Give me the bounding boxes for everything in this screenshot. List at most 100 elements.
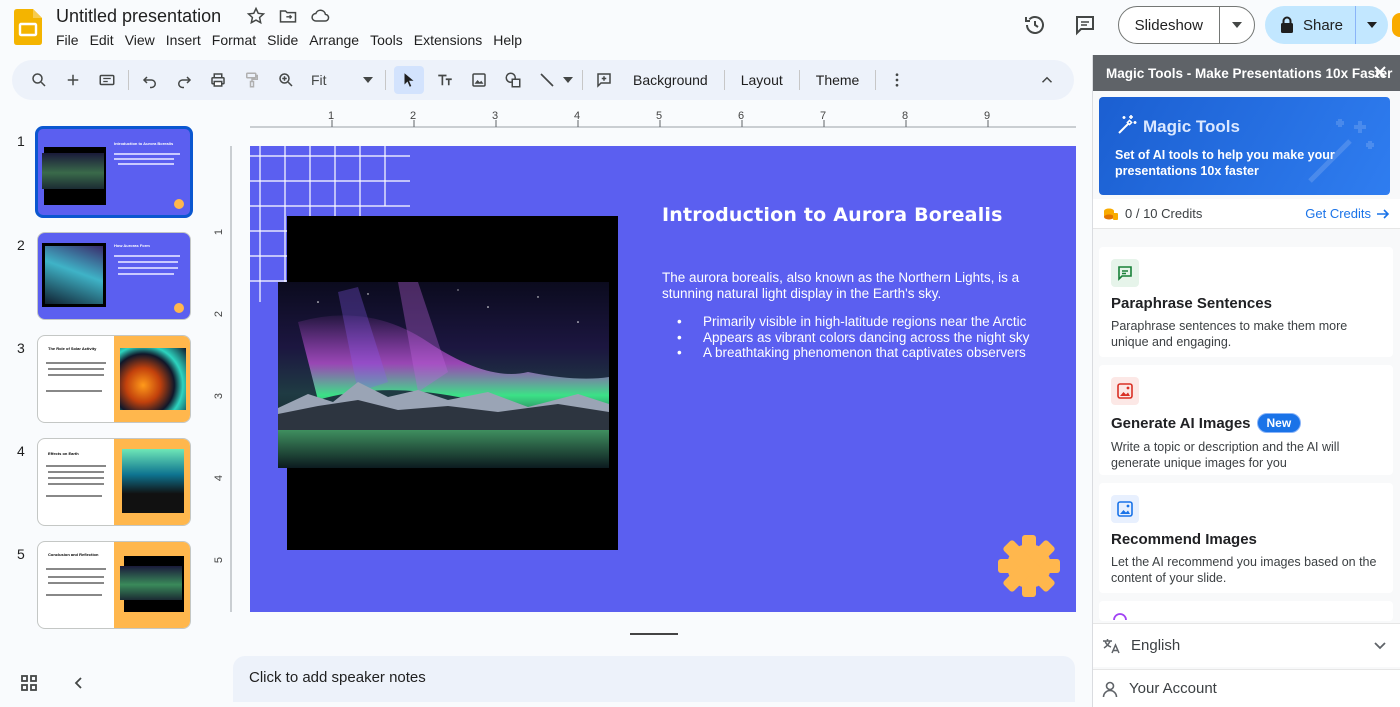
slide-thumbnail-2[interactable]: 2 How Auroras Form <box>0 222 200 320</box>
star-icon[interactable] <box>246 6 266 26</box>
background-button[interactable]: Background <box>625 66 716 94</box>
share-button[interactable]: Share <box>1264 6 1388 44</box>
tool-title: Recommend Images <box>1111 531 1257 548</box>
menu-slide[interactable]: Slide <box>267 32 306 48</box>
ruler-label: 7 <box>820 110 827 122</box>
share-dropdown-icon[interactable] <box>1356 22 1388 28</box>
chevron-down-icon <box>1374 641 1386 649</box>
paint-format-icon[interactable] <box>239 66 265 94</box>
aurora-image[interactable] <box>278 282 609 468</box>
line-dropdown-icon[interactable] <box>562 66 574 94</box>
add-comment-icon[interactable] <box>591 66 617 94</box>
document-title[interactable]: Untitled presentation <box>56 6 221 27</box>
undo-icon[interactable] <box>137 66 163 94</box>
select-cursor-icon[interactable] <box>394 66 424 94</box>
collapse-filmstrip-icon[interactable] <box>70 674 88 692</box>
your-account-link[interactable]: Your Account <box>1093 669 1400 707</box>
ruler-label: 4 <box>213 474 226 482</box>
menu-view[interactable]: View <box>125 32 163 48</box>
move-folder-icon[interactable] <box>278 6 298 26</box>
zoom-value: Fit <box>311 72 327 88</box>
recommend-images-tool-card[interactable]: Recommend Images Let the AI recommend yo… <box>1099 483 1393 593</box>
comments-icon[interactable] <box>1066 6 1104 44</box>
menu-tools[interactable]: Tools <box>370 32 411 48</box>
menu-insert[interactable]: Insert <box>166 32 209 48</box>
credits-count: 0 / 10 Credits <box>1125 206 1203 221</box>
print-icon[interactable] <box>205 66 231 94</box>
menu-edit[interactable]: Edit <box>90 32 122 48</box>
get-credits-label: Get Credits <box>1305 206 1371 221</box>
ruler-label: 1 <box>328 110 335 122</box>
search-menus-icon[interactable] <box>26 66 52 94</box>
cloud-status-icon[interactable] <box>310 6 330 26</box>
slide-layout-icon[interactable] <box>94 66 120 94</box>
slide-thumb-title: How Auroras Form <box>114 243 150 248</box>
shape-icon[interactable] <box>500 66 526 94</box>
bullet-item: Appears as vibrant colors dancing across… <box>677 330 1057 346</box>
redo-icon[interactable] <box>171 66 197 94</box>
language-selector[interactable]: English <box>1093 623 1400 667</box>
photo-icon <box>1111 495 1139 523</box>
insert-image-icon[interactable] <box>466 66 492 94</box>
zoom-icon[interactable] <box>273 66 299 94</box>
ruler-label: 3 <box>213 392 226 400</box>
menu-help[interactable]: Help <box>493 32 530 48</box>
line-icon[interactable] <box>534 66 560 94</box>
slide-thumbnail-1[interactable]: 1 Introduction to Aurora Borealis <box>0 118 200 218</box>
slide-thumbnail-3[interactable]: 3 The Role of Solar Activity <box>0 325 200 423</box>
slide-number: 1 <box>17 133 25 149</box>
slide-title[interactable]: Introduction to Aurora Borealis <box>662 204 1003 226</box>
menu-arrange[interactable]: Arrange <box>309 32 367 48</box>
image-icon <box>1111 377 1139 405</box>
slide-bullet-list[interactable]: Primarily visible in high-latitude regio… <box>677 314 1057 361</box>
horizontal-ruler[interactable] <box>250 108 1076 128</box>
sun-decoration-icon[interactable] <box>996 533 1062 599</box>
tool-title: Generate AI Images <box>1111 414 1251 432</box>
generate-images-tool-card[interactable]: Generate AI Images New Write a topic or … <box>1099 365 1393 475</box>
slide-number: 4 <box>17 443 25 459</box>
slides-logo-icon[interactable] <box>14 9 42 45</box>
menu-format[interactable]: Format <box>212 32 264 48</box>
new-slide-icon[interactable] <box>60 66 86 94</box>
slide-thumbnail-5[interactable]: 5 Conclusion and Reflection <box>0 531 200 629</box>
slideshow-label[interactable]: Slideshow <box>1119 7 1220 43</box>
tool-description: Write a topic or description and the AI … <box>1111 440 1340 470</box>
banner-title: Magic Tools <box>1143 117 1240 136</box>
grid-view-icon[interactable] <box>20 674 38 692</box>
more-options-icon[interactable] <box>884 66 910 94</box>
lock-icon <box>1280 16 1293 33</box>
get-credits-link[interactable]: Get Credits <box>1305 206 1390 221</box>
menu-extensions[interactable]: Extensions <box>414 32 490 48</box>
avatar[interactable] <box>1392 13 1400 37</box>
slide-number: 5 <box>17 546 25 562</box>
slide-paragraph[interactable]: The aurora borealis, also known as the N… <box>662 270 1042 302</box>
menu-file[interactable]: File <box>56 32 87 48</box>
tool-description: Let the AI recommend you images based on… <box>1111 555 1377 585</box>
chat-icon <box>1111 259 1139 287</box>
speaker-notes[interactable]: Click to add speaker notes <box>233 656 1075 702</box>
close-icon[interactable] <box>1372 64 1388 80</box>
tool-title: Paraphrase Sentences <box>1111 295 1272 312</box>
notes-resize-handle[interactable] <box>630 633 678 635</box>
zoom-select[interactable]: Fit <box>307 66 377 94</box>
vertical-ruler[interactable] <box>214 146 232 612</box>
account-label: Your Account <box>1129 680 1217 697</box>
current-slide[interactable]: Introduction to Aurora Borealis The auro… <box>250 146 1076 612</box>
arrow-right-icon <box>1377 208 1390 219</box>
collapse-toolbar-icon[interactable] <box>1034 66 1060 94</box>
slideshow-dropdown-icon[interactable] <box>1220 22 1254 28</box>
slide-number: 3 <box>17 340 25 356</box>
next-tool-card[interactable] <box>1099 601 1393 621</box>
text-box-icon[interactable] <box>432 66 458 94</box>
ruler-label: 5 <box>213 556 226 564</box>
emoji-icon <box>1113 613 1127 621</box>
paraphrase-tool-card[interactable]: Paraphrase Sentences Paraphrase sentence… <box>1099 247 1393 357</box>
version-history-icon[interactable] <box>1016 6 1054 44</box>
theme-button[interactable]: Theme <box>808 66 868 94</box>
layout-button[interactable]: Layout <box>733 66 791 94</box>
ruler-label: 5 <box>656 110 663 122</box>
slideshow-button[interactable]: Slideshow <box>1117 6 1255 44</box>
ruler-label: 6 <box>738 110 745 122</box>
coins-icon <box>1104 208 1118 220</box>
slide-thumbnail-4[interactable]: 4 Effects on Earth <box>0 428 200 526</box>
